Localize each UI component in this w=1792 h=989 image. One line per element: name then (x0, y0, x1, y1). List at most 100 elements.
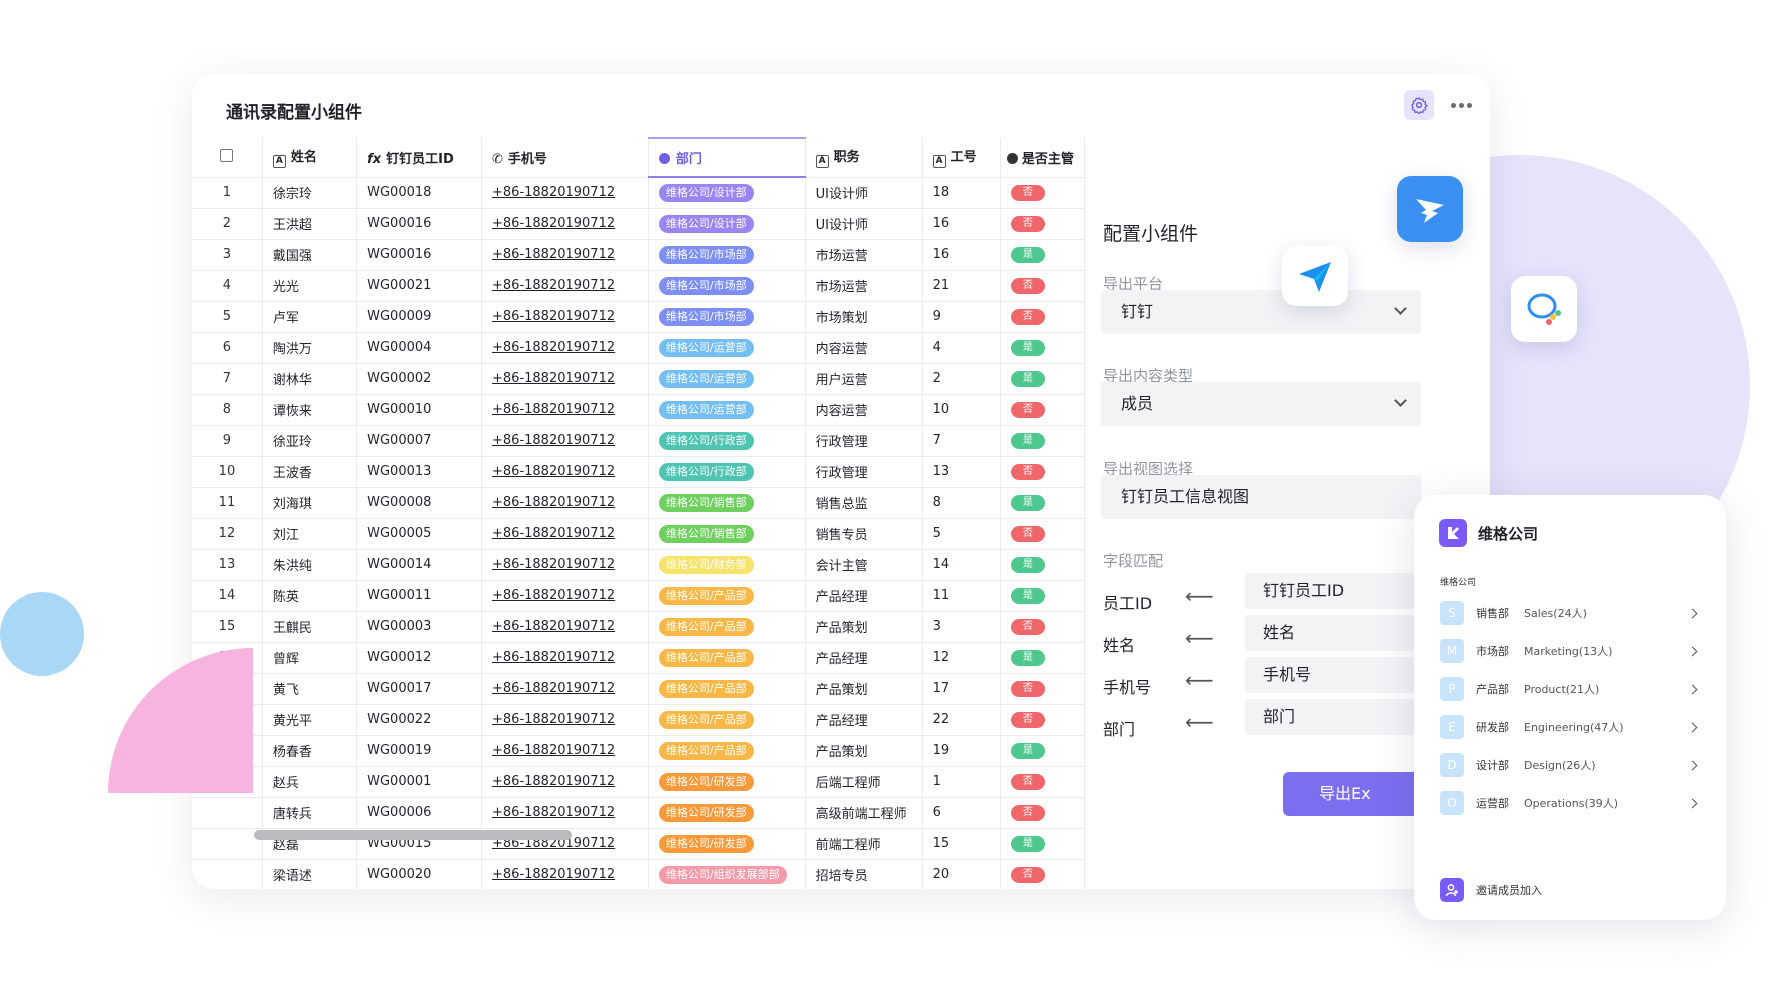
row-number[interactable]: 7 (192, 363, 263, 395)
cell-employee-no[interactable]: 21 (922, 270, 1001, 302)
row-number[interactable]: 9 (192, 425, 263, 457)
table-row[interactable]: 18黄光平WG00022+86-18820190712维格公司/产品部产品经理2… (192, 704, 1085, 736)
cell-phone[interactable]: +86-18820190712 (481, 735, 649, 767)
cell-manager[interactable]: 否 (1000, 673, 1085, 705)
cell-employee-id[interactable]: WG00007 (356, 425, 483, 457)
row-number[interactable] (192, 859, 263, 889)
cell-employee-no[interactable]: 14 (922, 549, 1001, 581)
org-dept-item[interactable]: D 设计部 Design(26人) (1440, 751, 1702, 779)
cell-manager[interactable]: 否 (1000, 456, 1085, 488)
feishu-send-icon[interactable] (1282, 246, 1348, 306)
cell-dept[interactable]: 维格公司/行政部 (648, 456, 806, 488)
cell-manager[interactable]: 是 (1000, 642, 1085, 674)
cell-dept[interactable]: 维格公司/研发部 (648, 797, 806, 829)
table-row[interactable]: 10 王波香 WG00013 +86-18820190712 维格公司/行政部 行政管理 1… (192, 456, 1085, 488)
cell-employee-id[interactable]: WG00019 (356, 735, 483, 767)
wecom-icon[interactable] (1511, 276, 1577, 342)
cell-phone[interactable]: +86-18820190712 (481, 518, 649, 550)
cell-manager[interactable]: 否 (1000, 301, 1085, 333)
cell-manager[interactable]: 是 (1000, 425, 1085, 457)
cell-employee-id[interactable]: WG00002 (356, 363, 483, 395)
cell-manager[interactable]: 是 (1000, 580, 1085, 612)
cell-title[interactable]: 招培专员 (805, 859, 923, 889)
cell-dept[interactable]: 维格公司/设计部 (648, 177, 806, 209)
cell-title[interactable]: 市场运营 (805, 239, 923, 271)
settings-button[interactable] (1404, 90, 1434, 120)
cell-dept[interactable]: 维格公司/产品部 (648, 735, 806, 767)
select-all-checkbox[interactable] (220, 148, 234, 162)
cell-employee-id[interactable]: WG00017 (356, 673, 483, 705)
cell-employee-no[interactable]: 6 (922, 797, 1001, 829)
cell-employee-no[interactable]: 8 (922, 487, 1001, 519)
cell-manager[interactable]: 是 (1000, 549, 1085, 581)
table-row[interactable]: 8 谭恢来 WG00010 +86-18820190712 维格公司/运营部 内容运营 10… (192, 394, 1085, 426)
cell-name[interactable]: 徐亚玲 (262, 425, 358, 457)
cell-dept[interactable]: 维格公司/运营部 (648, 363, 806, 395)
mapping-right-3[interactable]: 部门 (1245, 699, 1415, 735)
select-all-header[interactable] (192, 138, 263, 178)
cell-title[interactable]: 内容运营 (805, 394, 923, 426)
cell-dept[interactable]: 维格公司/产品部 (648, 611, 806, 643)
table-row[interactable]: 13 朱洪纯 WG00014 +86-18820190712 维格公司/财务部 会计主管 1… (192, 549, 1085, 581)
cell-phone[interactable]: +86-18820190712 (481, 611, 649, 643)
cell-employee-id[interactable]: WG00004 (356, 332, 483, 364)
table-row[interactable]: 梁语述 WG00020 +86-18820190712 维格公司/组织发展部部 招培专员… (192, 859, 1085, 889)
cell-employee-no[interactable]: 10 (922, 394, 1001, 426)
cell-name[interactable]: 朱洪纯 (262, 549, 358, 581)
org-dept-item[interactable]: P 产品部 Product(21人) (1440, 675, 1702, 703)
cell-employee-id[interactable]: WG00013 (356, 456, 483, 488)
cell-manager[interactable]: 否 (1000, 270, 1085, 302)
row-number[interactable]: 1 (192, 177, 263, 209)
cell-name[interactable]: 谢林华 (262, 363, 358, 395)
cell-title[interactable]: 产品经理 (805, 704, 923, 736)
cell-name[interactable]: 陶洪万 (262, 332, 358, 364)
platform-select[interactable]: 钉钉 (1101, 290, 1421, 334)
cell-manager[interactable]: 否 (1000, 704, 1085, 736)
cell-employee-no[interactable]: 22 (922, 704, 1001, 736)
view-select[interactable]: 钉钉员工信息视图 (1101, 475, 1421, 519)
cell-name[interactable]: 黄光平 (262, 704, 358, 736)
org-dept-item[interactable]: E 研发部 Engineering(47人) (1440, 713, 1702, 741)
cell-phone[interactable]: +86-18820190712 (481, 797, 649, 829)
cell-employee-no[interactable]: 13 (922, 456, 1001, 488)
cell-manager[interactable]: 是 (1000, 332, 1085, 364)
cell-manager[interactable]: 是 (1000, 363, 1085, 395)
cell-employee-id[interactable]: WG00009 (356, 301, 483, 333)
table-row[interactable]: 6 陶洪万 WG00004 +86-18820190712 维格公司/运营部 内容运营 4 是 (192, 332, 1085, 364)
cell-employee-no[interactable]: 17 (922, 673, 1001, 705)
cell-title[interactable]: 销售总监 (805, 487, 923, 519)
cell-name[interactable]: 戴国强 (262, 239, 358, 271)
row-number[interactable]: 10 (192, 456, 263, 488)
cell-employee-id[interactable]: WG00003 (356, 611, 483, 643)
cell-phone[interactable]: +86-18820190712 (481, 642, 649, 674)
cell-manager[interactable]: 是 (1000, 239, 1085, 271)
cell-title[interactable]: 市场策划 (805, 301, 923, 333)
cell-title[interactable]: 行政管理 (805, 425, 923, 457)
table-row[interactable]: 唐转兵 WG00006 +86-18820190712 维格公司/研发部 高级前端工程师… (192, 797, 1085, 829)
col-header-name[interactable]: A 姓名 (262, 138, 358, 178)
cell-employee-no[interactable]: 4 (922, 332, 1001, 364)
table-row[interactable]: 7 谢林华 WG00002 +86-18820190712 维格公司/运营部 用户运营 2 是 (192, 363, 1085, 395)
dingtalk-icon[interactable] (1397, 176, 1463, 242)
cell-manager[interactable]: 否 (1000, 766, 1085, 798)
cell-title[interactable]: 产品策划 (805, 735, 923, 767)
cell-employee-no[interactable]: 20 (922, 859, 1001, 889)
row-number[interactable]: 3 (192, 239, 263, 271)
table-row[interactable]: 5 卢军 WG00009 +86-18820190712 维格公司/市场部 市场策划 9 否 (192, 301, 1085, 333)
col-header-id[interactable]: fx 钉钉员工ID (356, 138, 483, 178)
org-dept-item[interactable]: S 销售部 Sales(24人) (1440, 599, 1702, 627)
cell-employee-no[interactable]: 5 (922, 518, 1001, 550)
cell-employee-no[interactable]: 12 (922, 642, 1001, 674)
cell-dept[interactable]: 维格公司/行政部 (648, 425, 806, 457)
cell-dept[interactable]: 维格公司/市场部 (648, 270, 806, 302)
cell-phone[interactable]: +86-18820190712 (481, 208, 649, 240)
cell-name[interactable]: 唐转兵 (262, 797, 358, 829)
cell-name[interactable]: 杨春香 (262, 735, 358, 767)
cell-employee-id[interactable]: WG00008 (356, 487, 483, 519)
cell-name[interactable]: 刘海琪 (262, 487, 358, 519)
cell-name[interactable]: 王麒民 (262, 611, 358, 643)
cell-dept[interactable]: 维格公司/市场部 (648, 239, 806, 271)
col-header-dept[interactable]: 部门 (648, 137, 806, 178)
cell-employee-no[interactable]: 11 (922, 580, 1001, 612)
row-number[interactable]: 11 (192, 487, 263, 519)
